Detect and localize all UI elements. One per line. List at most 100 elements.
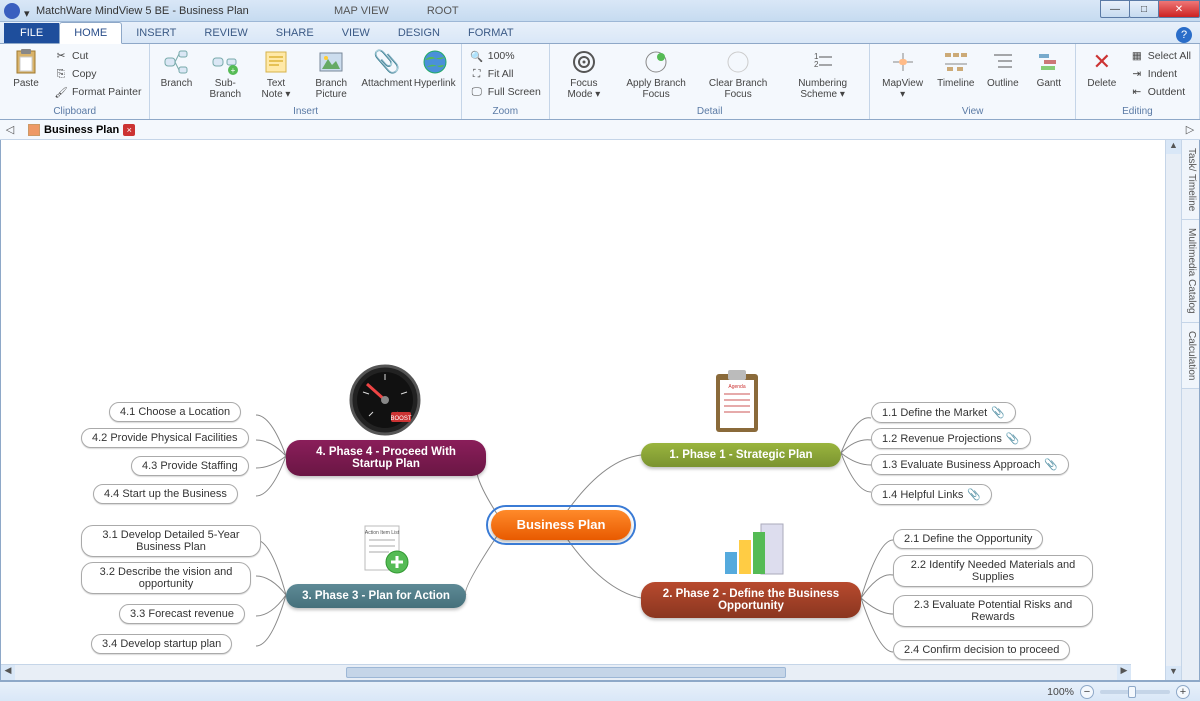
horizontal-scrollbar[interactable]: ◀ ▶ <box>1 664 1131 680</box>
branch-button[interactable]: Branch <box>156 46 196 105</box>
fit-all-button[interactable]: ⛶Fit All <box>468 66 543 82</box>
phase1-item-2[interactable]: 1.2 Revenue Projections📎 <box>871 428 1031 449</box>
root-node[interactable]: Business Plan <box>491 510 631 540</box>
document-close-button[interactable]: × <box>123 124 135 136</box>
delete-button[interactable]: ✕Delete <box>1082 46 1122 105</box>
tab-format[interactable]: FORMAT <box>454 23 528 43</box>
select-all-icon: ▦ <box>1130 49 1144 63</box>
phase4-item-4[interactable]: 4.4 Start up the Business <box>93 484 238 504</box>
clear-branch-focus-button: Clear Branch Focus <box>700 46 776 105</box>
phase3-item-2[interactable]: 3.2 Describe the vision and opportunity <box>81 562 251 594</box>
phase3-item-4[interactable]: 3.4 Develop startup plan <box>91 634 232 654</box>
outdent-icon: ⇤ <box>1130 85 1144 99</box>
tab-nav-right[interactable]: ▷ <box>1184 123 1196 136</box>
close-button[interactable]: ✕ <box>1158 0 1200 18</box>
indent-icon: ⇥ <box>1130 67 1144 81</box>
phase4-node[interactable]: 4. Phase 4 - Proceed With Startup Plan <box>286 440 486 476</box>
maximize-button[interactable]: □ <box>1129 0 1159 18</box>
tab-view[interactable]: VIEW <box>328 23 384 43</box>
contextual-tab-root[interactable]: ROOT <box>423 3 463 19</box>
focus-mode-button[interactable]: Focus Mode ▾ <box>556 46 612 105</box>
note-icon <box>262 48 290 76</box>
phase2-node[interactable]: 2. Phase 2 - Define the Business Opportu… <box>641 582 861 618</box>
sub-branch-button[interactable]: +Sub-Branch <box>202 46 248 105</box>
paste-button[interactable]: Paste <box>6 46 46 105</box>
help-button[interactable]: ? <box>1176 27 1192 43</box>
phase2-item-1[interactable]: 2.1 Define the Opportunity <box>893 529 1043 549</box>
attachment-button[interactable]: 📎Attachment <box>365 46 409 105</box>
status-bar: 100% − + <box>0 681 1200 701</box>
scroll-left-button[interactable]: ◀ <box>1 665 15 680</box>
cut-button[interactable]: ✂Cut <box>52 48 143 64</box>
hyperlink-button[interactable]: Hyperlink <box>415 46 455 105</box>
zoom-slider[interactable] <box>1100 690 1170 694</box>
paperclip-icon: 📎 <box>1044 459 1058 471</box>
file-tab[interactable]: FILE <box>4 23 59 43</box>
mapview-icon <box>889 48 917 76</box>
group-view: MapView ▾ Timeline Outline Gantt View <box>870 44 1075 119</box>
tab-nav-left[interactable]: ◁ <box>4 123 16 136</box>
numbering-scheme-button[interactable]: 12Numbering Scheme ▾ <box>782 46 864 105</box>
zoom-slider-knob[interactable] <box>1128 686 1136 698</box>
tab-home[interactable]: HOME <box>59 22 122 44</box>
zoom-label: 100% <box>1047 686 1074 698</box>
target-icon <box>570 48 598 76</box>
indent-button[interactable]: ⇥Indent <box>1128 66 1193 82</box>
branch-icon <box>162 48 190 76</box>
contextual-tab-mapview[interactable]: MAP VIEW <box>330 3 393 19</box>
minimize-button[interactable]: — <box>1100 0 1130 18</box>
phase3-node[interactable]: 3. Phase 3 - Plan for Action <box>286 584 466 608</box>
brush-icon: 🖌 <box>54 85 68 99</box>
select-all-button[interactable]: ▦Select All <box>1128 48 1193 64</box>
outline-button[interactable]: Outline <box>983 46 1023 105</box>
tab-design[interactable]: DESIGN <box>384 23 454 43</box>
format-painter-button[interactable]: 🖌Format Painter <box>52 84 143 100</box>
phase4-item-3[interactable]: 4.3 Provide Staffing <box>131 456 249 476</box>
phase2-item-3[interactable]: 2.3 Evaluate Potential Risks and Rewards <box>893 595 1093 627</box>
phase2-image-bar-chart <box>717 520 787 580</box>
paperclip-icon: 📎 <box>1006 433 1020 445</box>
scroll-thumb[interactable] <box>346 667 787 678</box>
scroll-up-button[interactable]: ▲ <box>1166 140 1181 154</box>
canvas[interactable]: Business Plan 1. Phase 1 - Strategic Pla… <box>1 140 1165 680</box>
phase1-item-1[interactable]: 1.1 Define the Market📎 <box>871 402 1016 423</box>
mapview-button[interactable]: MapView ▾ <box>876 46 928 105</box>
scroll-right-button[interactable]: ▶ <box>1117 665 1131 680</box>
zoom-icon: 🔍 <box>470 49 484 63</box>
text-note-button[interactable]: Text Note ▾ <box>254 46 298 105</box>
tab-insert[interactable]: INSERT <box>122 23 190 43</box>
tab-review[interactable]: REVIEW <box>190 23 261 43</box>
phase3-item-3[interactable]: 3.3 Forecast revenue <box>119 604 245 624</box>
phase4-item-2[interactable]: 4.2 Provide Physical Facilities <box>81 428 249 448</box>
side-tab-task-timeline[interactable]: Task/ Timeline <box>1182 140 1199 220</box>
phase4-item-1[interactable]: 4.1 Choose a Location <box>109 402 241 422</box>
zoom-in-button[interactable]: + <box>1176 685 1190 699</box>
branch-picture-button[interactable]: Branch Picture <box>304 46 359 105</box>
zoom-100-button[interactable]: 🔍100% <box>468 48 543 64</box>
scroll-down-button[interactable]: ▼ <box>1166 666 1181 680</box>
phase3-item-1[interactable]: 3.1 Develop Detailed 5-Year Business Pla… <box>81 525 261 557</box>
document-tab[interactable]: Business Plan × <box>22 122 141 138</box>
phase2-item-2[interactable]: 2.2 Identify Needed Materials and Suppli… <box>893 555 1093 587</box>
outdent-button[interactable]: ⇤Outdent <box>1128 84 1193 100</box>
gantt-button[interactable]: Gantt <box>1029 46 1069 105</box>
phase1-image-clipboard-agenda: Agenda <box>707 368 767 438</box>
svg-text:BOOST: BOOST <box>390 416 411 422</box>
phase1-node[interactable]: 1. Phase 1 - Strategic Plan <box>641 443 841 467</box>
paperclip-icon: 📎 <box>967 489 981 501</box>
phase2-item-4[interactable]: 2.4 Confirm decision to proceed <box>893 640 1070 660</box>
ribbon-tabs: FILE HOME INSERT REVIEW SHARE VIEW DESIG… <box>0 22 1200 44</box>
timeline-icon <box>942 48 970 76</box>
qat-dropdown[interactable]: ▾ <box>24 7 32 15</box>
tab-share[interactable]: SHARE <box>262 23 328 43</box>
copy-button[interactable]: ⎘Copy <box>52 66 143 82</box>
phase1-item-3[interactable]: 1.3 Evaluate Business Approach📎 <box>871 454 1069 475</box>
timeline-button[interactable]: Timeline <box>935 46 977 105</box>
side-tab-multimedia[interactable]: Multimedia Catalog <box>1182 220 1199 323</box>
vertical-scrollbar[interactable]: ▲ ▼ <box>1165 140 1181 680</box>
side-tab-calculation[interactable]: Calculation <box>1182 323 1199 389</box>
zoom-out-button[interactable]: − <box>1080 685 1094 699</box>
phase1-item-4[interactable]: 1.4 Helpful Links📎 <box>871 484 992 505</box>
full-screen-button[interactable]: 🖵Full Screen <box>468 84 543 100</box>
apply-branch-focus-button[interactable]: Apply Branch Focus <box>618 46 694 105</box>
